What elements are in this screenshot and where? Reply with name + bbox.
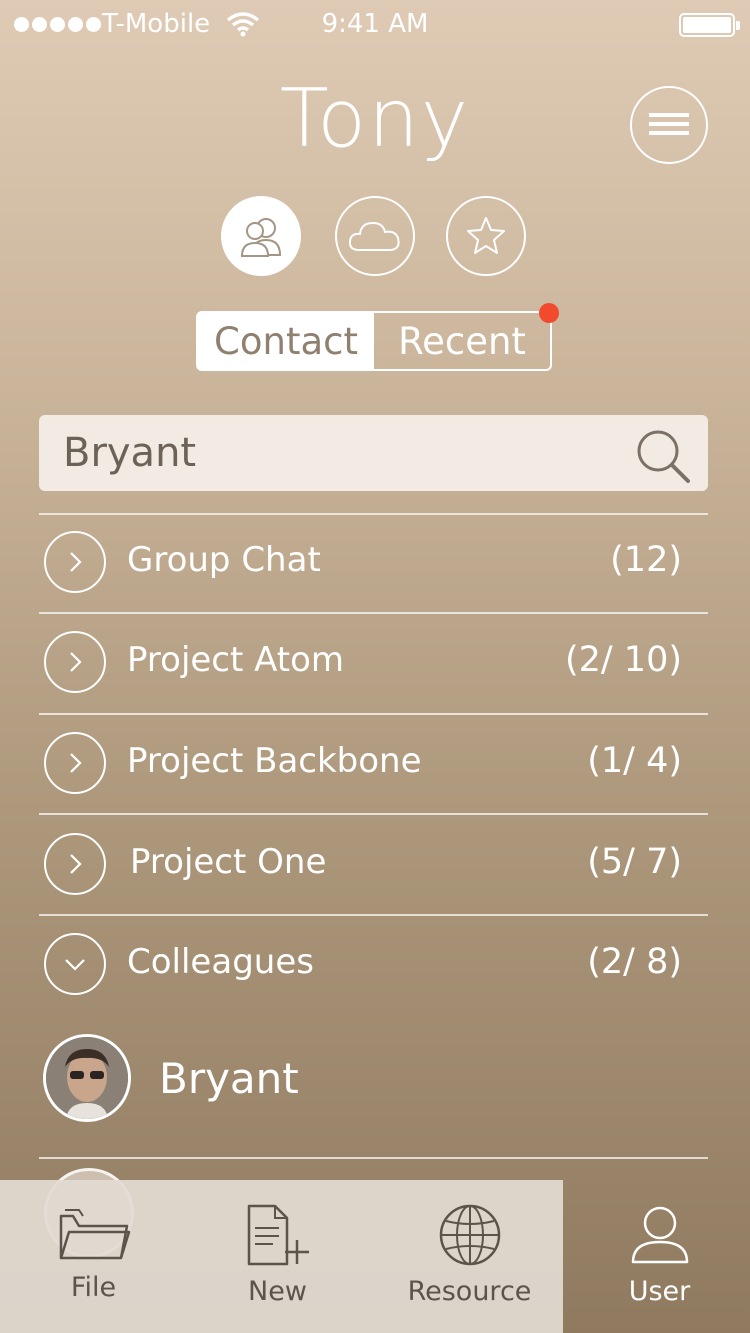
tab-bar: File New Resource User	[0, 1180, 750, 1333]
group-label: Colleagues	[127, 942, 314, 982]
tab-new[interactable]: New	[184, 1180, 371, 1333]
menu-button[interactable]	[630, 86, 708, 164]
group-label: Project One	[130, 842, 327, 882]
group-label: Group Chat	[127, 540, 321, 580]
chevron-right-icon	[44, 531, 106, 593]
tab-resource[interactable]: Resource	[376, 1180, 563, 1333]
tab-user[interactable]: User	[566, 1180, 750, 1333]
list-item[interactable]: Project Atom (2/ 10)	[39, 614, 708, 710]
chevron-right-icon	[44, 732, 106, 794]
divider	[39, 813, 708, 815]
group-count: (12)	[610, 540, 682, 580]
cloud-view-button[interactable]	[335, 196, 415, 276]
group-count: (5/ 7)	[587, 842, 682, 882]
chevron-right-icon	[44, 631, 106, 693]
tab-label: New	[248, 1276, 307, 1307]
tab-file[interactable]: File	[0, 1180, 187, 1333]
group-label: Project Atom	[127, 640, 345, 680]
chevron-down-icon	[44, 933, 106, 995]
tab-label: User	[628, 1276, 691, 1307]
status-bar: T-Mobile 9:41 AM	[0, 0, 750, 50]
cloud-icon	[348, 221, 400, 251]
chevron-right-icon	[44, 833, 106, 895]
group-count: (2/ 10)	[564, 640, 682, 680]
list-item[interactable]: Group Chat (12)	[39, 514, 708, 610]
tab-label: File	[70, 1272, 117, 1303]
folder-icon	[59, 1209, 130, 1260]
notification-badge	[539, 303, 559, 323]
divider	[39, 1157, 708, 1159]
segmented-control: Contact Recent	[196, 311, 552, 371]
contacts-icon	[240, 218, 282, 257]
contact-row[interactable]: Bryant	[39, 1030, 708, 1126]
list-item[interactable]: Colleagues (2/ 8)	[39, 916, 708, 1012]
avatar	[43, 1034, 131, 1122]
group-count: (1/ 4)	[587, 741, 682, 781]
contacts-view-button[interactable]	[221, 196, 301, 276]
globe-icon	[439, 1204, 500, 1266]
tab-recent[interactable]: Recent	[374, 313, 550, 369]
list-item[interactable]: Project One (5/ 7)	[39, 816, 708, 912]
search-bar	[39, 415, 708, 491]
hamburger-menu-icon	[649, 113, 689, 135]
group-label: Project Backbone	[127, 741, 422, 781]
clock: 9:41 AM	[321, 9, 429, 39]
tab-label: Resource	[407, 1276, 532, 1307]
new-document-icon	[247, 1204, 309, 1266]
search-input[interactable]	[63, 425, 623, 481]
favorites-view-button[interactable]	[446, 196, 526, 276]
contact-name: Bryant	[159, 1054, 299, 1103]
group-count: (2/ 8)	[587, 942, 682, 982]
tab-contact[interactable]: Contact	[198, 313, 374, 369]
battery-icon	[679, 13, 740, 37]
list-item[interactable]: Project Backbone (1/ 4)	[39, 715, 708, 811]
search-icon[interactable]	[634, 427, 692, 485]
star-icon	[467, 217, 505, 254]
user-icon	[631, 1206, 688, 1264]
